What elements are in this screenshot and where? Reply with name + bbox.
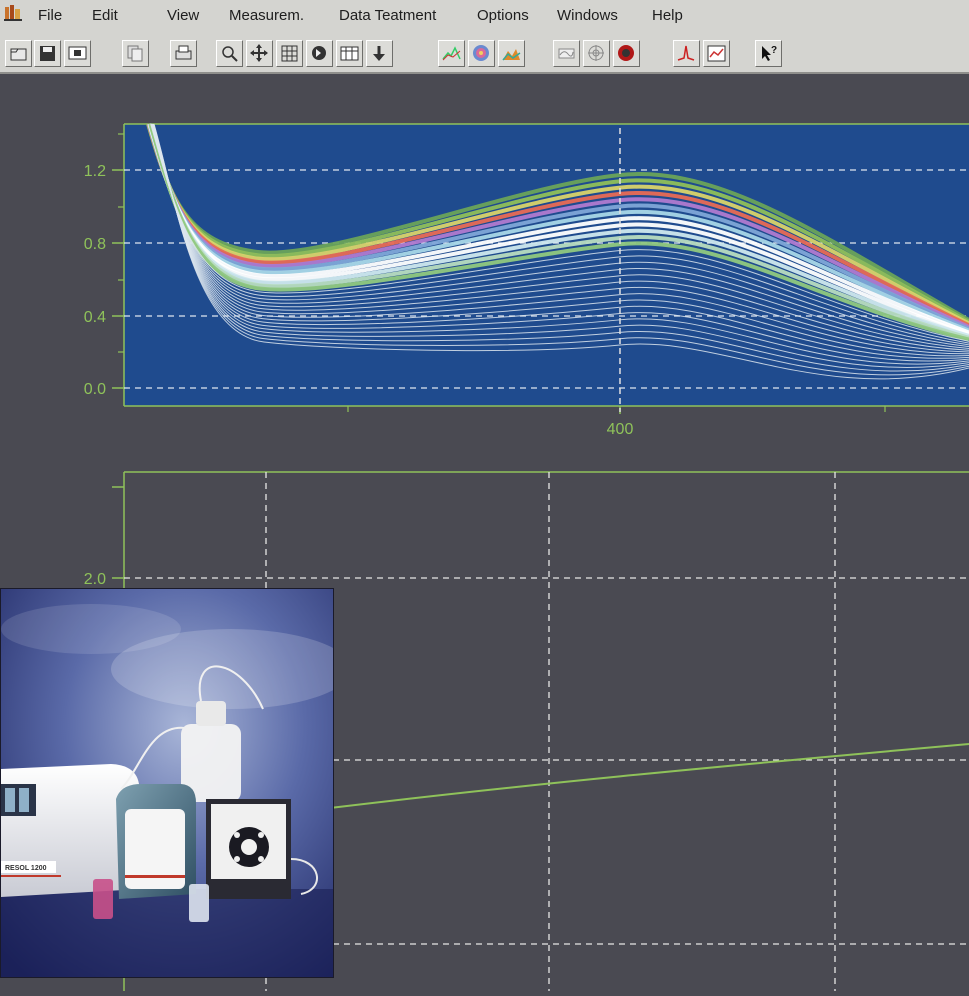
menu-data-teatment[interactable]: Data Teatment xyxy=(339,7,436,24)
record-button[interactable] xyxy=(613,40,640,67)
save-icon xyxy=(40,46,55,61)
peak-icon xyxy=(677,45,695,61)
smooth-icon xyxy=(558,48,575,59)
menu-windows[interactable]: Windows xyxy=(557,7,618,24)
table-button[interactable] xyxy=(336,40,363,67)
save-button[interactable] xyxy=(34,40,61,67)
spectrum-y-tick-label: 0.8 xyxy=(84,236,106,253)
down-arrow-icon xyxy=(373,46,385,61)
open-icon xyxy=(10,48,27,61)
grid-button[interactable] xyxy=(276,40,303,67)
cursor-icon xyxy=(312,46,326,60)
kinetic-curve xyxy=(329,743,969,809)
chart-window-button[interactable] xyxy=(703,40,730,67)
spectrum-y-tick-label: 1.2 xyxy=(84,163,106,180)
spectrum-x-tick-label: 400 xyxy=(607,421,634,438)
record-icon xyxy=(618,45,634,61)
svg-text:RESOL 1200: RESOL 1200 xyxy=(5,865,47,872)
menu-options[interactable]: Options xyxy=(477,7,529,24)
zoom-icon xyxy=(222,46,238,62)
print-button[interactable] xyxy=(170,40,197,67)
peaks-button[interactable] xyxy=(498,40,525,67)
peaks-icon xyxy=(502,49,521,61)
help-pointer-button[interactable]: ? xyxy=(755,40,782,67)
color-wheel-button[interactable] xyxy=(468,40,495,67)
spectrum-y-tick-label: 0.0 xyxy=(84,381,106,398)
smooth-button[interactable] xyxy=(553,40,580,67)
copy-icon xyxy=(127,45,143,62)
display-button[interactable] xyxy=(64,40,91,67)
spectrophotometer-image: RESOL 1200 xyxy=(1,589,333,977)
peak-button[interactable] xyxy=(673,40,700,67)
display-icon xyxy=(68,46,87,60)
move-icon xyxy=(250,44,268,62)
menu-view[interactable]: View xyxy=(167,7,199,24)
spectrum-button[interactable] xyxy=(438,40,465,67)
menu-help[interactable]: Help xyxy=(652,7,683,24)
menu-edit[interactable]: Edit xyxy=(92,7,118,24)
grid-icon xyxy=(281,45,298,62)
spectrum-icon xyxy=(442,46,461,61)
color-wheel-icon xyxy=(473,45,489,61)
toolbar: ? xyxy=(0,36,969,74)
move-button[interactable] xyxy=(246,40,273,67)
spectrum-y-tick-label: 0.4 xyxy=(84,309,106,326)
copy-button[interactable] xyxy=(122,40,149,67)
zoom-button[interactable] xyxy=(216,40,243,67)
svg-text:?: ? xyxy=(771,45,777,56)
down-arrow-button[interactable] xyxy=(366,40,393,67)
help-pointer-icon: ? xyxy=(762,45,777,61)
workspace: 1.2 0.8 0.4 0.0 400 2.0 RESOL 1200 xyxy=(0,74,969,991)
kinetic-ticks xyxy=(112,486,124,579)
print-icon xyxy=(175,45,192,60)
cursor-button[interactable] xyxy=(306,40,333,67)
menu-file[interactable]: File xyxy=(38,7,62,24)
app-icon[interactable] xyxy=(4,4,22,22)
kinetic-y-tick-label: 2.0 xyxy=(84,571,106,588)
menu-measurem[interactable]: Measurem. xyxy=(229,7,304,24)
open-button[interactable] xyxy=(5,40,32,67)
table-icon xyxy=(340,46,359,61)
chart-window-icon xyxy=(707,45,726,62)
target-icon xyxy=(588,45,604,61)
menu-bar: File Edit View Measurem. Data Teatment Option… xyxy=(0,0,969,37)
target-button[interactable] xyxy=(583,40,610,67)
instrument-photo: RESOL 1200 xyxy=(0,588,334,978)
